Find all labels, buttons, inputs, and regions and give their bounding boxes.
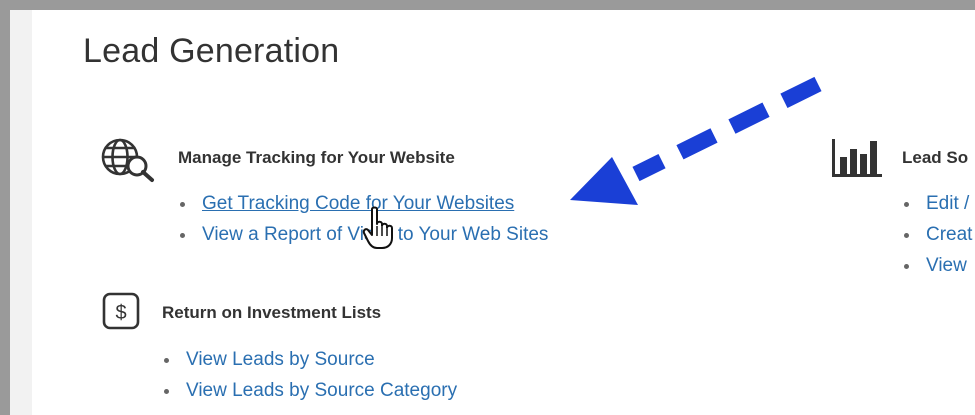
svg-text:$: $ (115, 302, 126, 324)
dollar-icon: $ (102, 292, 140, 330)
view-visits-report-link[interactable]: View a Report of Visits to Your Web Site… (202, 224, 548, 245)
bar-chart-icon (832, 139, 882, 177)
roi-section-heading: Return on Investment Lists (162, 303, 382, 322)
globe-search-icon (101, 138, 154, 182)
view-leads-by-source-link[interactable]: View Leads by Source (186, 349, 375, 370)
window-frame: Lead Generation Manage Tracking for Your… (10, 10, 975, 415)
list-item: View Leads by Source Category (162, 375, 457, 406)
list-item: Edit / (902, 188, 972, 219)
view-lead-sources-link[interactable]: View (926, 255, 967, 276)
get-tracking-code-link[interactable]: Get Tracking Code for Your Websites (202, 193, 514, 214)
create-lead-source-link[interactable]: Creat (926, 224, 972, 245)
roi-links: View Leads by Source View Leads by Sourc… (162, 344, 457, 406)
lead-sources-section-heading: Lead So (902, 148, 969, 167)
tracking-section-heading: Manage Tracking for Your Website (178, 148, 455, 167)
list-item: Get Tracking Code for Your Websites (178, 188, 548, 219)
content-panel: Lead Generation Manage Tracking for Your… (32, 10, 975, 415)
list-item: View (902, 250, 972, 281)
tracking-links: Get Tracking Code for Your Websites View… (178, 188, 548, 250)
list-item: View Leads by Source (162, 344, 457, 375)
list-item: View a Report of Visits to Your Web Site… (178, 219, 548, 250)
page-title: Lead Generation (83, 32, 340, 70)
edit-lead-source-link[interactable]: Edit / (926, 193, 969, 214)
list-item: Creat (902, 219, 972, 250)
view-leads-by-source-category-link[interactable]: View Leads by Source Category (186, 380, 457, 401)
lead-sources-links: Edit / Creat View (902, 188, 972, 281)
